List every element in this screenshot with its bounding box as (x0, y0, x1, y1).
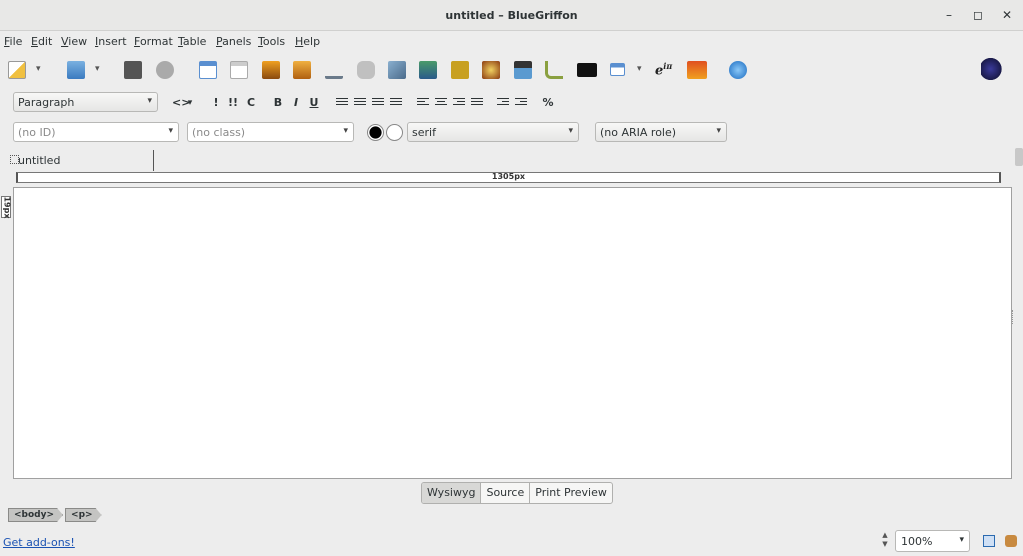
ruler-height-label: 19px (2, 196, 12, 219)
tab-print-preview[interactable]: Print Preview (530, 483, 612, 503)
document-tab[interactable]: untitled (4, 150, 154, 171)
menu-edit[interactable]: Edit (31, 35, 52, 48)
document-tab-label: untitled (18, 154, 61, 167)
bluegriffon-window: untitled – BlueGriffon – ◻ ✕ File Edit V… (0, 0, 1023, 556)
chevron-down-icon: ▾ (147, 96, 152, 106)
minimize-button[interactable]: – (941, 7, 957, 23)
settings-gear-icon[interactable] (482, 61, 500, 79)
bullet-list-icon[interactable] (336, 96, 348, 108)
chevron-down-icon: ▾ (959, 535, 964, 545)
open-file-icon[interactable] (67, 61, 85, 79)
menu-panels[interactable]: Panels (216, 35, 251, 48)
align-justify-icon[interactable] (471, 96, 483, 108)
indent-icon[interactable] (497, 96, 509, 108)
scrollbar-thumb[interactable] (1015, 148, 1023, 166)
font-family-value: serif (412, 126, 436, 139)
close-document-icon[interactable] (156, 61, 174, 79)
aria-role-value: (no ARIA role) (600, 126, 677, 139)
panel-splitter[interactable] (1012, 310, 1014, 324)
chevron-down-icon: ▾ (343, 126, 348, 136)
new-document-icon[interactable] (8, 61, 26, 79)
numbered-list-icon[interactable] (354, 96, 366, 108)
new-dropdown-icon[interactable]: ▾ (36, 64, 41, 74)
aria-role-select[interactable]: (no ARIA role) ▾ (595, 122, 727, 142)
anchor-icon[interactable] (325, 61, 343, 79)
paragraph-format-select[interactable]: Paragraph ▾ (13, 92, 158, 112)
cite-button[interactable]: C (246, 95, 256, 111)
open-dropdown-icon[interactable]: ▾ (95, 64, 100, 74)
menu-tools[interactable]: Tools (258, 35, 285, 48)
chevron-down-icon: ▾ (568, 126, 573, 136)
emphasis-button[interactable]: ! (211, 95, 221, 111)
close-button[interactable]: ✕ (999, 7, 1015, 23)
menu-format[interactable]: Format (134, 35, 173, 48)
video-icon[interactable] (514, 61, 532, 79)
title-bar: untitled – BlueGriffon – ◻ ✕ (0, 0, 1023, 31)
menu-help[interactable]: Help (295, 35, 320, 48)
audio-icon[interactable] (545, 61, 563, 79)
fullscreen-icon[interactable] (983, 535, 995, 547)
zoom-stepper[interactable]: ▲ ▼ (880, 531, 890, 551)
background-color-button[interactable] (386, 124, 403, 141)
menu-insert[interactable]: Insert (95, 35, 127, 48)
bluegriffon-logo-icon (981, 58, 1005, 80)
id-placeholder: (no ID) (18, 126, 56, 139)
save-icon[interactable] (124, 61, 142, 79)
structure-p-button[interactable]: <p> (65, 508, 102, 522)
insert-media-icon[interactable] (293, 61, 311, 79)
menu-file[interactable]: File (4, 35, 22, 48)
zoom-value: 100% (901, 535, 933, 548)
font-family-select[interactable]: serif ▾ (407, 122, 579, 142)
paragraph-format-value: Paragraph (18, 96, 75, 109)
menu-bar: File Edit View Insert Format Table Panel… (0, 32, 1023, 52)
chevron-down-icon: ▾ (168, 126, 173, 136)
view-mode-tabs: Wysiwyg Source Print Preview (421, 482, 613, 504)
align-center-icon[interactable] (435, 96, 447, 108)
outdent-icon[interactable] (515, 96, 527, 108)
id-input[interactable]: (no ID) ▾ (13, 122, 179, 142)
italic-button[interactable]: I (291, 95, 301, 111)
align-left-icon[interactable] (417, 96, 429, 108)
maximize-button[interactable]: ◻ (970, 7, 986, 23)
tab-wysiwyg[interactable]: Wysiwyg (422, 483, 482, 503)
bold-button[interactable]: B (273, 95, 283, 111)
chevron-down-icon: ▾ (716, 126, 721, 136)
form-icon[interactable] (388, 61, 406, 79)
template-icon[interactable] (230, 61, 248, 79)
window-title: untitled – BlueGriffon (445, 9, 578, 22)
markdown-icon[interactable] (577, 63, 597, 77)
addon-puzzle-icon[interactable] (1005, 535, 1017, 547)
zoom-select[interactable]: 100% ▾ (895, 530, 970, 552)
class-input[interactable]: (no class) ▾ (187, 122, 354, 142)
editor-canvas[interactable] (13, 187, 1012, 479)
text-color-button[interactable] (367, 124, 384, 141)
page-properties-icon[interactable] (199, 61, 217, 79)
its-icon[interactable] (687, 61, 707, 79)
tab-source[interactable]: Source (481, 483, 531, 503)
clear-style-button[interactable]: % (542, 95, 554, 111)
menu-table[interactable]: Table (178, 35, 206, 48)
strong-button[interactable]: !! (227, 95, 239, 111)
math-icon[interactable]: eiπ (655, 61, 673, 79)
structure-bar: <body> <p> (8, 508, 104, 522)
window-dropdown-icon[interactable]: ▾ (637, 64, 642, 74)
window-icon[interactable] (610, 63, 625, 76)
link-icon[interactable] (357, 61, 375, 79)
code-dropdown-icon[interactable]: ▾ (186, 95, 194, 111)
vertical-ruler[interactable]: 19px (1, 196, 12, 219)
table-icon[interactable] (419, 61, 437, 79)
class-placeholder: (no class) (192, 126, 246, 139)
insert-image-icon[interactable] (262, 61, 280, 79)
horizontal-ruler[interactable]: 1305px (16, 172, 1001, 183)
globe-icon[interactable] (729, 61, 747, 79)
get-addons-link[interactable]: Get add-ons! (3, 536, 75, 549)
underline-button[interactable]: U (309, 95, 319, 111)
ruler-width-label: 1305px (491, 172, 526, 181)
structure-body-button[interactable]: <body> (8, 508, 63, 522)
align-right-icon[interactable] (453, 96, 465, 108)
menu-view[interactable]: View (61, 35, 87, 48)
css-icon[interactable] (451, 61, 469, 79)
definition-term-icon[interactable] (390, 96, 402, 108)
definition-list-icon[interactable] (372, 96, 384, 108)
